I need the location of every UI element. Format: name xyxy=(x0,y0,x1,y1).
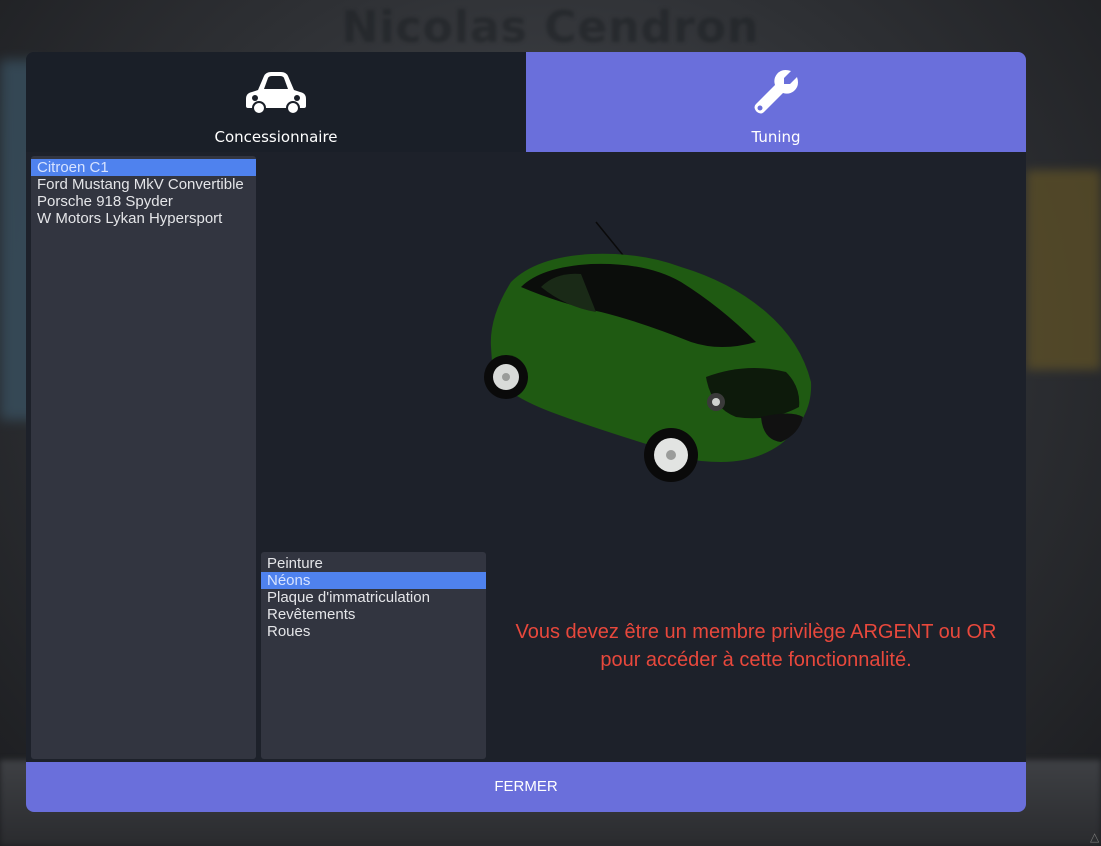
background-blur-right xyxy=(1026,170,1101,370)
tuning-option-item[interactable]: Peinture xyxy=(261,555,486,572)
car-preview xyxy=(484,221,812,482)
tuning-option-item[interactable]: Néons xyxy=(261,572,486,589)
tab-concessionnaire-label: Concessionnaire xyxy=(214,128,338,146)
vehicle-list-item[interactable]: Citroen C1 xyxy=(31,159,256,176)
tuning-options-list: Peinture Néons Plaque d'immatriculation … xyxy=(261,552,486,759)
membership-warning: Vous devez être un membre privilège ARGE… xyxy=(496,618,1016,674)
background-player-name: Nicolas Cendron xyxy=(341,2,760,53)
tab-tuning[interactable]: Tuning xyxy=(526,52,1026,152)
wrench-icon xyxy=(754,70,798,114)
vehicle-list-item[interactable]: Ford Mustang MkV Convertible xyxy=(31,176,256,193)
vehicle-list-item[interactable]: Porsche 918 Spyder xyxy=(31,193,256,210)
close-button[interactable]: FERMER xyxy=(26,762,1026,812)
tab-concessionnaire[interactable]: Concessionnaire xyxy=(26,52,526,152)
vehicle-list: Citroen C1 Ford Mustang MkV Convertible … xyxy=(31,156,256,759)
car-icon xyxy=(246,72,306,114)
tuning-option-item[interactable]: Plaque d'immatriculation xyxy=(261,589,486,606)
membership-warning-line2: pour accéder à cette fonctionnalité. xyxy=(600,649,912,671)
membership-warning-line1: Vous devez être un membre privilège ARGE… xyxy=(515,621,997,643)
tab-tuning-label: Tuning xyxy=(751,128,801,146)
tuning-option-item[interactable]: Revêtements xyxy=(261,606,486,623)
dealership-window: Concessionnaire Tuning Citroen C1 Ford M… xyxy=(26,52,1026,812)
vehicle-list-item[interactable]: W Motors Lykan Hypersport xyxy=(31,210,256,227)
tuning-option-item[interactable]: Roues xyxy=(261,623,486,640)
corner-triangle-icon: △ xyxy=(1090,830,1100,844)
